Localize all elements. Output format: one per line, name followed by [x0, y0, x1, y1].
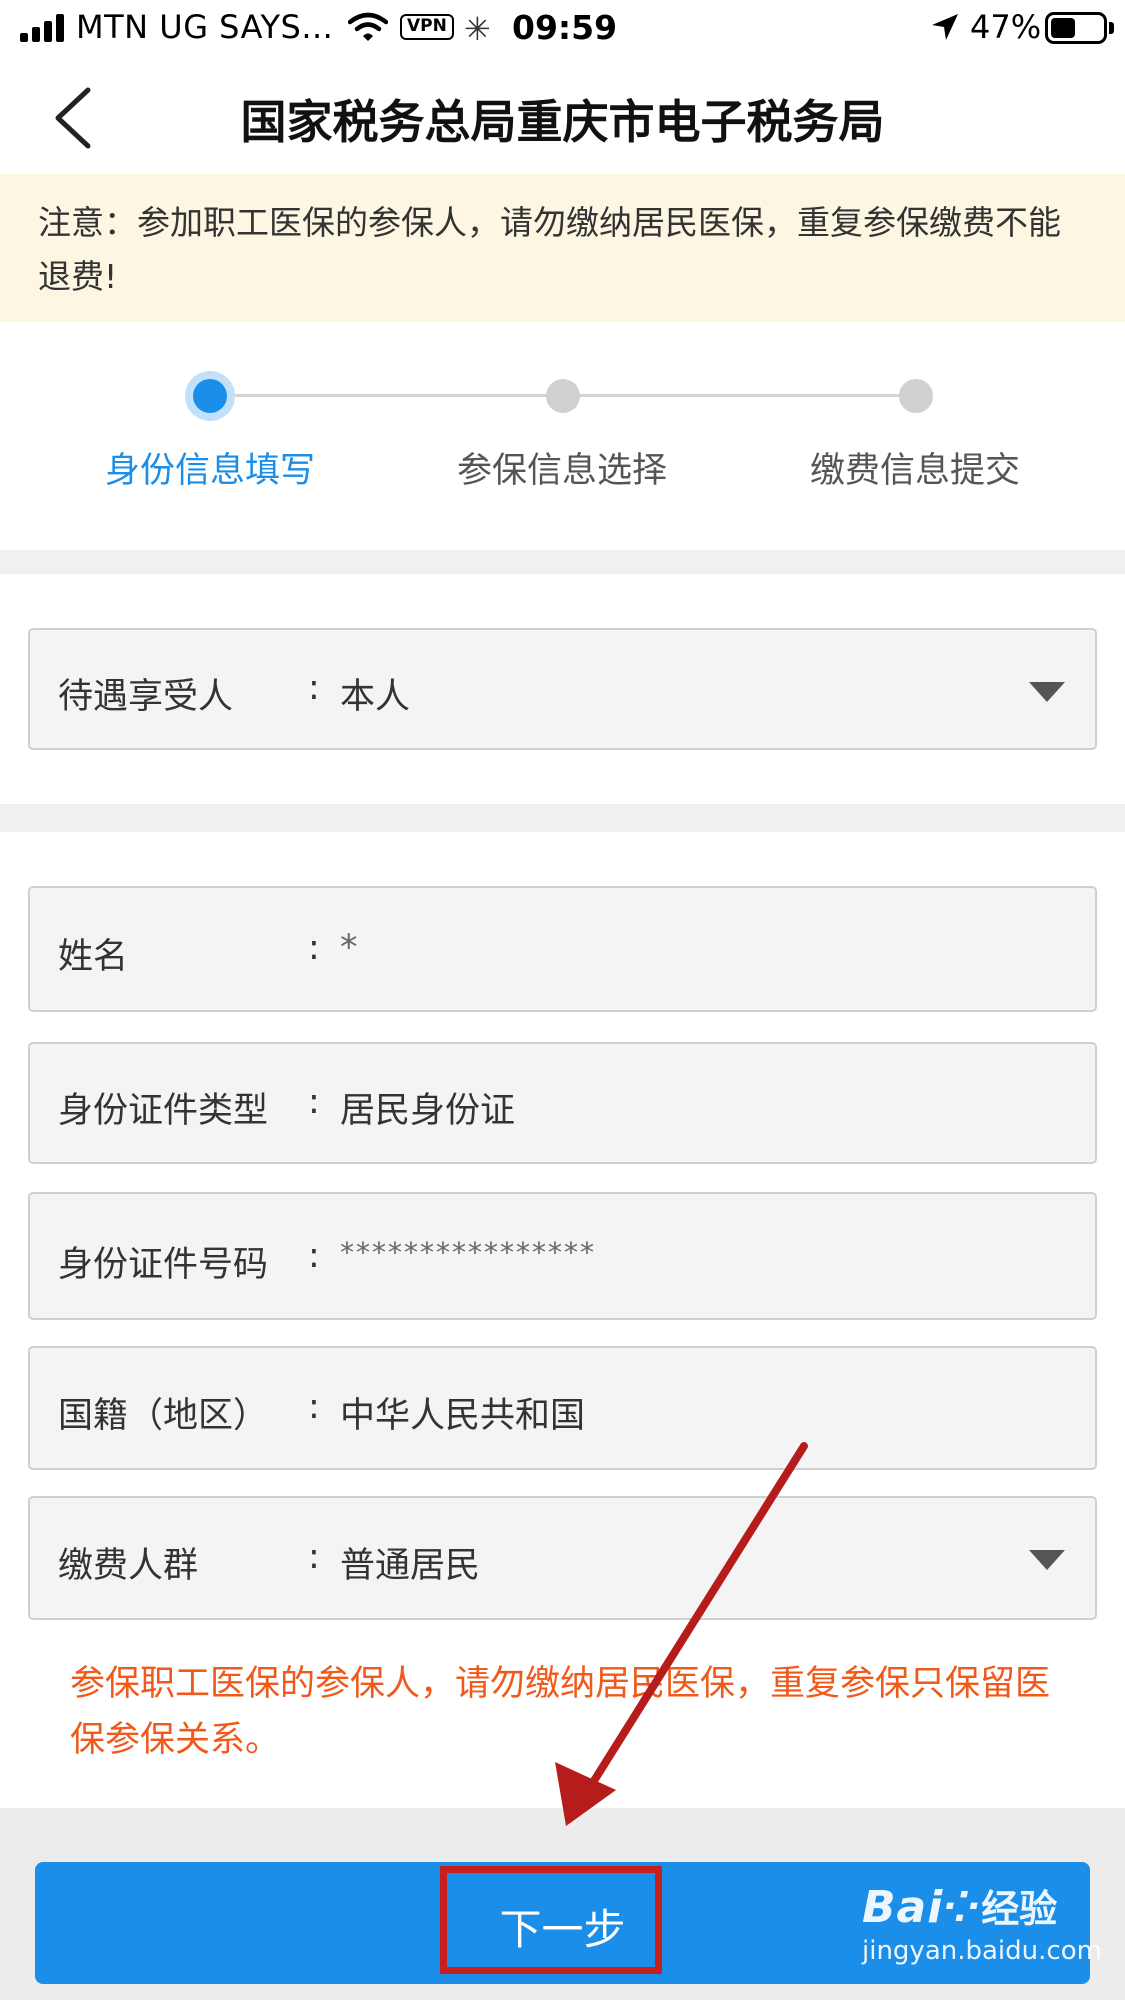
wifi-icon — [348, 12, 388, 41]
clock: 09:59 — [512, 8, 618, 47]
field-colon: : — [308, 1537, 320, 1577]
field-colon: : — [308, 928, 320, 968]
field-label: 身份证件类型 — [58, 1091, 269, 1131]
field-colon: : — [308, 1387, 320, 1427]
field-value: 本人 — [340, 677, 411, 717]
vpn-badge: VPN — [400, 14, 454, 40]
field-colon: : — [308, 1236, 320, 1276]
status-bar: MTN UG SAYS... VPN ✳ 09:59 47% — [0, 0, 1125, 56]
field-label: 待遇享受人 — [58, 677, 234, 717]
section-divider — [0, 550, 1125, 574]
name-field[interactable]: 姓名 : * — [28, 886, 1097, 1012]
nationality-field[interactable]: 国籍（地区） : 中华人民共和国 — [28, 1346, 1097, 1470]
step-3-label: 缴费信息提交 — [809, 451, 1020, 491]
notice-text: 注意：参加职工医保的参保人，请勿缴纳居民医保，重复参保缴费不能退费! — [38, 203, 1061, 296]
id-number-field[interactable]: 身份证件号码 : **************** — [28, 1192, 1097, 1320]
step-connector — [562, 394, 916, 397]
watermark-logo-cn: 经验 — [981, 1887, 1058, 1931]
field-colon: : — [308, 668, 320, 708]
battery-icon — [1045, 12, 1107, 44]
loading-spinner-icon: ✳ — [464, 10, 491, 48]
step-3-dot — [899, 379, 933, 413]
battery-cap — [1109, 22, 1114, 34]
step-1-label: 身份信息填写 — [104, 451, 315, 491]
field-label: 缴费人群 — [58, 1546, 199, 1586]
field-value: 普通居民 — [340, 1546, 481, 1586]
page: MTN UG SAYS... VPN ✳ 09:59 47% 国家税务总局重庆市… — [0, 0, 1125, 2000]
carrier-name: MTN UG SAYS... — [76, 8, 334, 46]
id-type-field[interactable]: 身份证件类型 : 居民身份证 — [28, 1042, 1097, 1164]
field-value: 中华人民共和国 — [340, 1396, 586, 1436]
field-label: 姓名 — [58, 937, 129, 977]
nav-bar: 国家税务总局重庆市电子税务局 — [0, 56, 1125, 174]
annotation-highlight-box — [440, 1866, 662, 1974]
location-arrow-icon — [932, 14, 958, 40]
step-connector — [210, 394, 562, 397]
notice-banner: 注意：参加职工医保的参保人，请勿缴纳居民医保，重复参保缴费不能退费! — [0, 174, 1125, 322]
field-value: 居民身份证 — [340, 1091, 516, 1131]
field-label: 身份证件号码 — [58, 1245, 269, 1285]
step-1-dot — [193, 379, 227, 413]
field-value: * — [340, 928, 360, 968]
paw-icon: ⁘ — [943, 1882, 982, 1933]
step-2-label: 参保信息选择 — [456, 451, 667, 491]
beneficiary-select[interactable]: 待遇享受人 : 本人 — [28, 628, 1097, 750]
step-2-dot — [546, 379, 580, 413]
beneficiary-section: 待遇享受人 : 本人 — [0, 574, 1125, 804]
battery-level — [1051, 18, 1075, 38]
section-divider — [0, 804, 1125, 832]
field-colon: : — [308, 1082, 320, 1122]
field-value: **************** — [340, 1236, 596, 1269]
field-label: 国籍（地区） — [58, 1396, 269, 1436]
signal-icon — [20, 14, 66, 42]
battery-percent: 47% — [970, 8, 1042, 46]
payer-group-select[interactable]: 缴费人群 : 普通居民 — [28, 1496, 1097, 1620]
caret-down-icon[interactable] — [1029, 1550, 1065, 1570]
progress-stepper: 身份信息填写 参保信息选择 缴费信息提交 — [0, 322, 1125, 550]
watermark-url: jingyan.baidu.com — [862, 1936, 1102, 1966]
watermark-logo: Bai — [862, 1882, 944, 1933]
warning-text: 参保职工医保的参保人，请勿缴纳居民医保，重复参保只保留医保参保关系。 — [70, 1664, 1051, 1760]
page-title: 国家税务总局重庆市电子税务局 — [240, 95, 885, 149]
baidu-jingyan-watermark: Bai⁘经验 jingyan.baidu.com — [862, 1878, 1102, 1966]
caret-down-icon[interactable] — [1029, 682, 1065, 702]
